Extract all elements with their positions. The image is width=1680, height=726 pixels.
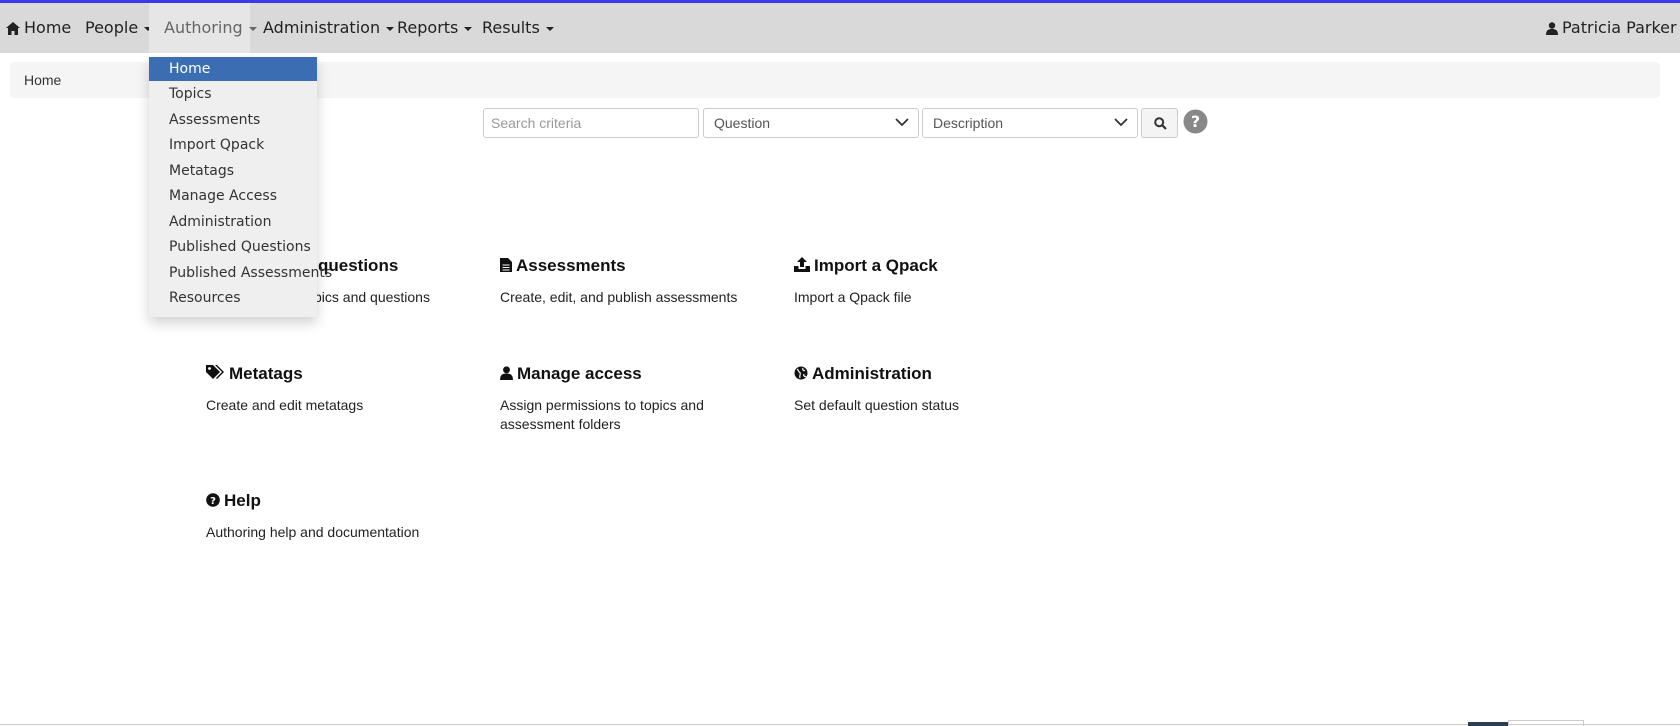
menu-item-topics[interactable]: Topics	[149, 82, 317, 106]
nav-results[interactable]: Results	[482, 3, 554, 53]
home-icon	[6, 22, 20, 35]
card-access-title[interactable]: Manage access	[500, 364, 770, 384]
user-icon	[1546, 22, 1558, 35]
card-access-label: Manage access	[517, 364, 642, 383]
card-metatags-title[interactable]: Metatags	[206, 364, 476, 384]
menu-item-resources[interactable]: Resources	[149, 286, 317, 310]
nav-people-label: People	[85, 18, 139, 37]
search-type-select[interactable]: Question	[703, 108, 919, 138]
card-administration-desc: Set default question status	[794, 397, 959, 413]
nav-authoring-label: Authoring	[164, 18, 243, 37]
nav-user-menu[interactable]: Patricia Parker	[1546, 3, 1680, 53]
nav-administration-label: Administration	[263, 18, 381, 37]
user-icon	[500, 366, 513, 380]
search-field-value: Description	[933, 115, 1004, 131]
card-import[interactable]: Import a Qpack Import a Qpack file	[794, 256, 1064, 307]
card-import-desc: Import a Qpack file	[794, 289, 912, 305]
card-metatags[interactable]: Metatags Create and edit metatags	[206, 364, 476, 415]
help-icon[interactable]: ?	[1183, 109, 1208, 134]
card-administration-title[interactable]: Administration	[794, 364, 1064, 384]
caret-down-icon	[248, 26, 257, 31]
menu-item-published-questions[interactable]: Published Questions	[149, 235, 317, 259]
menu-item-manage-access[interactable]: Manage Access	[149, 184, 317, 208]
menu-item-home[interactable]: Home	[149, 57, 317, 81]
footer-tab-dark[interactable]	[1468, 722, 1508, 726]
menu-item-administration[interactable]: Administration	[149, 210, 317, 234]
footer-divider	[0, 724, 1680, 725]
card-access-desc: Assign permissions to topics and assessm…	[500, 397, 704, 432]
search-button[interactable]	[1141, 108, 1178, 138]
nav-authoring[interactable]: Authoring	[149, 3, 257, 53]
menu-item-metatags[interactable]: Metatags	[149, 159, 317, 183]
nav-results-label: Results	[482, 18, 540, 37]
card-help-title[interactable]: ? Help	[206, 491, 476, 511]
search-input[interactable]	[483, 108, 699, 138]
footer-tab-light[interactable]	[1508, 720, 1584, 726]
nav-reports-label: Reports	[397, 18, 459, 37]
card-import-label: Import a Qpack	[814, 256, 938, 275]
card-metatags-desc: Create and edit metatags	[206, 397, 364, 413]
user-name: Patricia Parker	[1562, 18, 1677, 37]
card-assessments-title[interactable]: Assessments	[500, 256, 770, 276]
card-help-label: Help	[224, 491, 261, 510]
nav-reports[interactable]: Reports	[397, 3, 473, 53]
nav-people[interactable]: People	[85, 3, 153, 53]
chevron-down-icon	[895, 118, 909, 127]
card-assessments[interactable]: Assessments Create, edit, and publish as…	[500, 256, 770, 307]
breadcrumb-home[interactable]: Home	[24, 72, 61, 88]
menu-item-assessments[interactable]: Assessments	[149, 108, 317, 132]
card-topics-title[interactable]: questions	[318, 256, 476, 276]
card-metatags-label: Metatags	[229, 364, 303, 383]
menu-item-import-qpack[interactable]: Import Qpack	[149, 133, 317, 157]
nav-home[interactable]: Home	[6, 3, 71, 53]
tags-icon	[206, 365, 224, 379]
card-import-title[interactable]: Import a Qpack	[794, 256, 1064, 276]
nav-home-label: Home	[24, 18, 72, 37]
file-icon	[500, 258, 512, 272]
card-administration-label: Administration	[812, 364, 932, 383]
svg-text:?: ?	[1191, 112, 1200, 131]
search-icon	[1154, 117, 1167, 130]
globe-icon	[794, 366, 808, 380]
chevron-down-icon	[1114, 118, 1128, 127]
card-help[interactable]: ? Help Authoring help and documentation	[206, 491, 476, 542]
upload-icon	[794, 257, 810, 272]
card-access[interactable]: Manage access Assign permissions to topi…	[500, 364, 770, 434]
caret-down-icon	[464, 26, 473, 31]
svg-text:?: ?	[210, 496, 216, 507]
card-topics-desc: pics and questions	[314, 289, 430, 305]
question-circle-icon: ?	[206, 493, 220, 507]
card-assessments-desc: Create, edit, and publish assessments	[500, 289, 738, 305]
search-type-value: Question	[714, 115, 771, 131]
top-navbar: Home People Authoring Administration Rep…	[0, 3, 1680, 53]
card-administration[interactable]: Administration Set default question stat…	[794, 364, 1064, 415]
card-assessments-label: Assessments	[516, 256, 626, 275]
caret-down-icon	[386, 26, 395, 31]
authoring-dropdown-menu: Home Topics Assessments Import Qpack Met…	[149, 57, 332, 317]
card-help-desc: Authoring help and documentation	[206, 524, 420, 540]
caret-down-icon	[545, 26, 554, 31]
menu-item-published-assessments[interactable]: Published Assessments	[149, 261, 332, 285]
search-field-select[interactable]: Description	[922, 108, 1138, 138]
nav-administration[interactable]: Administration	[263, 3, 395, 53]
